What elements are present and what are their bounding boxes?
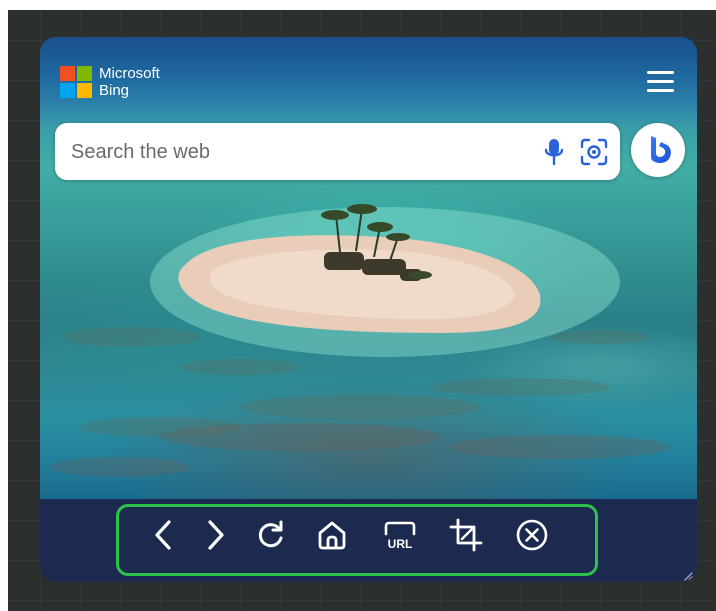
hamburger-menu-icon[interactable] (647, 71, 675, 93)
menu-bar-top (647, 71, 674, 74)
logo-square-yellow (77, 83, 92, 98)
visual-search-icon[interactable] (579, 137, 609, 167)
microsoft-logo (60, 66, 92, 98)
microphone-icon[interactable] (543, 138, 565, 166)
logo-square-blue (60, 83, 75, 98)
resize-handle[interactable] (683, 568, 693, 581)
back-icon[interactable] (146, 517, 182, 553)
brand-line-microsoft: Microsoft (99, 65, 160, 82)
logo-square-green (77, 66, 92, 81)
background-image (40, 37, 697, 499)
screen-left-edge (0, 0, 8, 611)
svg-text:URL: URL (388, 537, 413, 551)
bing-copilot-icon[interactable] (631, 123, 685, 177)
menu-bar-middle (647, 80, 674, 83)
crop-icon[interactable] (448, 517, 484, 553)
refresh-icon[interactable] (253, 517, 289, 553)
brand-line-bing: Bing (99, 82, 130, 99)
brand-name: Microsoft Bing (99, 65, 160, 99)
search-input[interactable] (69, 135, 523, 169)
forward-icon[interactable] (197, 517, 233, 553)
bottom-toolbar: URL (40, 499, 697, 582)
home-icon[interactable] (314, 517, 350, 553)
menu-bar-bottom (647, 89, 674, 92)
screen-top-edge (0, 0, 716, 10)
bing-search-widget: Microsoft Bing Search the web URL (40, 37, 697, 582)
url-icon[interactable]: URL (382, 517, 418, 553)
logo-square-red (60, 66, 75, 81)
search-box (55, 123, 620, 180)
close-icon[interactable] (514, 517, 550, 553)
